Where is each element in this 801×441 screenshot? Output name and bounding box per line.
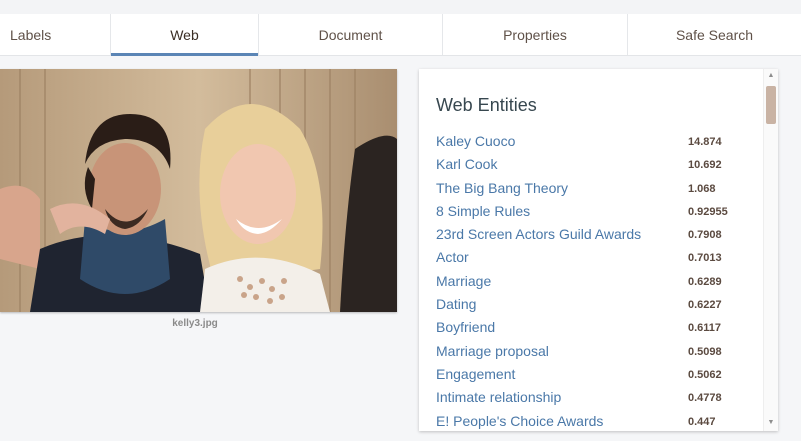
scroll-down-icon[interactable]: ▼ (764, 417, 778, 429)
entity-row: 8 Simple Rules 0.92955 (436, 201, 756, 224)
entity-list: Kaley Cuoco 14.874 Karl Cook 10.692 The Big … (436, 131, 756, 431)
entity-score: 14.874 (688, 136, 722, 148)
entity-row: Engagement 0.5062 (436, 364, 756, 387)
tab-labels[interactable]: Labels (0, 14, 111, 55)
entity-row: Dating 0.6227 (436, 294, 756, 317)
uploaded-photo (0, 69, 397, 312)
entity-name-link[interactable]: Boyfriend (436, 319, 495, 335)
tab-document[interactable]: Document (259, 14, 443, 55)
entity-name-link[interactable]: Karl Cook (436, 156, 497, 172)
entity-score: 0.4778 (688, 392, 722, 405)
entity-score: 0.447 (688, 415, 716, 428)
entity-row: Marriage 0.6289 (436, 271, 756, 294)
entity-row: Marriage proposal 0.5098 (436, 341, 756, 364)
entity-score: 0.7013 (688, 252, 722, 265)
entity-score: 1.068 (688, 182, 716, 195)
entity-row: The Big Bang Theory 1.068 (436, 178, 756, 201)
scrollbar[interactable]: ▲ ▼ (763, 69, 778, 431)
entity-row: Kaley Cuoco 14.874 (436, 131, 756, 154)
scroll-thumb[interactable] (766, 86, 776, 124)
entity-name-link[interactable]: Actor (436, 249, 469, 265)
entity-name-link[interactable]: Dating (436, 296, 476, 312)
entity-name-link[interactable]: Marriage (436, 273, 491, 289)
entity-name-link[interactable]: Intimate relationship (436, 389, 561, 405)
entity-score: 0.7908 (688, 229, 722, 242)
entity-name-link[interactable]: The Big Bang Theory (436, 180, 568, 196)
panel-title: Web Entities (436, 95, 537, 115)
tab-web[interactable]: Web (111, 14, 259, 56)
entity-row: E! People's Choice Awards 0.447 (436, 411, 756, 431)
tab-bar: Labels Web Document Properties Safe Sear… (0, 14, 801, 56)
entity-name-link[interactable]: 23rd Screen Actors Guild Awards (436, 226, 641, 242)
entity-row: 23rd Screen Actors Guild Awards 0.7908 (436, 224, 756, 247)
entity-row: Actor 0.7013 (436, 247, 756, 270)
entity-row: Intimate relationship 0.4778 (436, 387, 756, 410)
entity-score: 0.6289 (688, 275, 722, 288)
entity-score: 0.5062 (688, 368, 722, 381)
tab-safe-search[interactable]: Safe Search (628, 14, 801, 55)
photo-illustration (0, 69, 397, 312)
top-strip (0, 0, 801, 14)
entity-row: Karl Cook 10.692 (436, 154, 756, 177)
entity-name-link[interactable]: Engagement (436, 366, 515, 382)
entity-name-link[interactable]: Marriage proposal (436, 343, 549, 359)
entity-row: Boyfriend 0.6117 (436, 317, 756, 340)
web-entities-panel: Web Entities Kaley Cuoco 14.874 Karl Cook 1… (419, 69, 778, 431)
scroll-up-icon[interactable]: ▲ (764, 70, 778, 82)
image-caption: kelly3.jpg (172, 318, 218, 329)
entity-score: 0.6117 (688, 322, 722, 335)
entity-score: 0.5098 (688, 345, 722, 358)
tab-properties[interactable]: Properties (443, 14, 628, 55)
entity-name-link[interactable]: 8 Simple Rules (436, 203, 530, 219)
entity-name-link[interactable]: E! People's Choice Awards (436, 413, 603, 429)
entity-score: 0.6227 (688, 299, 722, 312)
entity-score: 10.692 (688, 159, 722, 172)
entity-name-link[interactable]: Kaley Cuoco (436, 133, 515, 149)
entity-score: 0.92955 (688, 205, 728, 218)
